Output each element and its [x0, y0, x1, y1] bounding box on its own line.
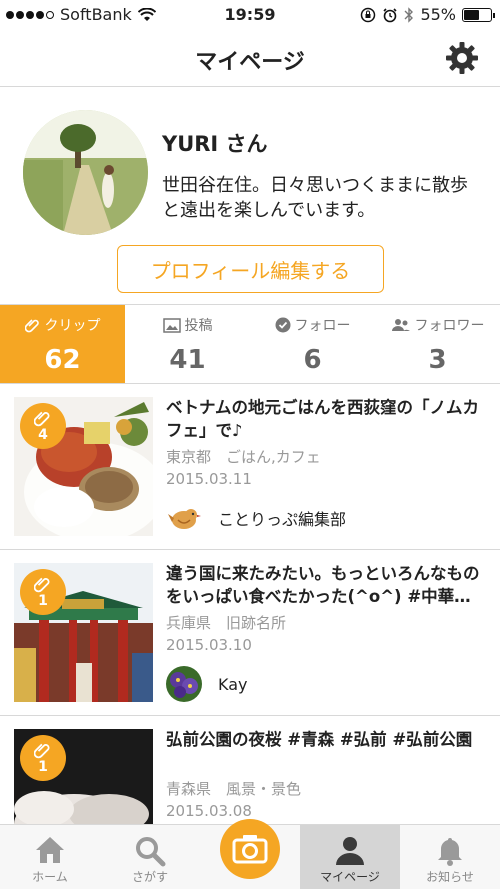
paperclip-icon: [34, 743, 50, 759]
tab-following[interactable]: フォロー 6: [250, 305, 375, 383]
clip-count-badge: 1: [20, 735, 66, 781]
clip-count: 4: [38, 427, 48, 443]
tab-followers-label: フォロワー: [414, 318, 485, 334]
tab-clips[interactable]: クリップ 62: [0, 305, 125, 383]
battery-icon: [462, 7, 495, 22]
tab-home[interactable]: ホーム: [0, 825, 100, 889]
post-date: 2015.03.10: [166, 636, 252, 654]
tab-clips-label-row: クリップ: [0, 315, 125, 335]
clip-count-badge: 1: [20, 569, 66, 615]
post-thumbnail[interactable]: 1: [14, 729, 153, 824]
tab-home-label: ホーム: [32, 870, 68, 884]
check-circle-icon: [275, 317, 290, 333]
battery-percent: 55%: [420, 5, 456, 24]
tab-followers-count: 3: [428, 345, 447, 375]
gear-icon[interactable]: [444, 40, 480, 76]
profile-avatar[interactable]: [23, 110, 148, 235]
image-icon: [162, 317, 181, 333]
post-meta: 青森県 風景・景色: [166, 780, 302, 798]
tab-notifications-label: お知らせ: [426, 870, 474, 884]
home-icon: [36, 837, 64, 863]
post-title[interactable]: ベトナムの地元ごはんを西荻窪の「ノムカフェ」で♪: [166, 396, 486, 442]
post-date: 2015.03.08: [166, 802, 252, 820]
rotation-lock-icon: [361, 7, 376, 22]
clip-count: 1: [38, 759, 48, 775]
post-list: 4 ベトナムの地元ごはんを西荻窪の「ノムカフェ」で♪ 東京都 ごはん,カフェ 2…: [0, 384, 500, 824]
post-author[interactable]: Kay: [166, 666, 247, 702]
person-icon: [336, 837, 364, 865]
paperclip-icon: [24, 319, 39, 333]
paperclip-icon: [34, 411, 50, 427]
clip-count: 1: [38, 593, 48, 609]
list-item[interactable]: 1 違う国に来たみたい。もっといろんなものをいっぱい食べたかった(^o^) #中…: [0, 550, 500, 716]
tab-posts-label-row: 投稿: [125, 315, 250, 335]
people-icon: [391, 319, 410, 331]
camera-icon: [232, 835, 268, 864]
bird-avatar-icon: [166, 500, 202, 536]
tab-posts-count: 41: [169, 345, 206, 375]
tab-mypage[interactable]: マイページ: [300, 825, 400, 889]
tab-notifications[interactable]: お知らせ: [400, 825, 500, 889]
edit-profile-button[interactable]: プロフィール編集する: [117, 245, 384, 293]
post-meta: 東京都 ごはん,カフェ: [166, 448, 321, 466]
tab-camera[interactable]: [200, 819, 300, 889]
paperclip-icon: [34, 577, 50, 593]
flower-avatar-icon: [166, 666, 202, 702]
post-thumbnail[interactable]: 1: [14, 563, 153, 702]
tab-followers-label-row: フォロワー: [375, 315, 500, 335]
tab-clips-label: クリップ: [44, 318, 101, 334]
bell-icon: [438, 838, 462, 866]
nav-bar: マイページ: [0, 30, 500, 87]
tab-following-label-row: フォロー: [250, 315, 375, 335]
camera-button[interactable]: [220, 819, 280, 879]
tab-following-count: 6: [303, 345, 322, 375]
post-title[interactable]: 弘前公園の夜桜 #青森 #弘前 #弘前公園: [166, 728, 486, 751]
list-item[interactable]: 1 弘前公園の夜桜 #青森 #弘前 #弘前公園 青森県 風景・景色 2015.0…: [0, 716, 500, 824]
post-date: 2015.03.11: [166, 470, 252, 488]
tab-followers[interactable]: フォロワー 3: [375, 305, 500, 383]
tab-search[interactable]: さがす: [100, 825, 200, 889]
bluetooth-icon: [404, 6, 414, 23]
author-name: ことりっぷ編集部: [218, 510, 347, 529]
post-meta: 兵庫県 旧跡名所: [166, 614, 287, 632]
tab-posts[interactable]: 投稿 41: [125, 305, 250, 383]
tab-clips-count: 62: [44, 345, 81, 375]
battery-fill: [464, 9, 480, 20]
tab-mypage-label: マイページ: [320, 870, 380, 884]
screen: SoftBank 19:59 55% マイページ YURI さん 世田谷在住。日…: [0, 0, 500, 889]
stats-tabs: クリップ 62 投稿 41 フォロー 6 フォロワー 3: [0, 304, 500, 384]
status-bar: SoftBank 19:59 55%: [0, 0, 500, 30]
tab-bar: ホーム さがす マイページ お知らせ: [0, 819, 500, 889]
post-author[interactable]: ことりっぷ編集部: [166, 500, 346, 536]
alarm-icon: [383, 7, 398, 22]
page-title: マイページ: [195, 50, 305, 75]
status-right: 55%: [360, 5, 495, 24]
post-thumbnail[interactable]: 4: [14, 397, 153, 536]
tab-posts-label: 投稿: [184, 318, 213, 334]
post-title[interactable]: 違う国に来たみたい。もっといろんなものをいっぱい食べたかった(^o^) #中華…: [166, 562, 486, 608]
search-icon: [136, 837, 166, 867]
tab-search-label: さがす: [131, 870, 168, 884]
author-name: Kay: [218, 674, 248, 694]
list-item[interactable]: 4 ベトナムの地元ごはんを西荻窪の「ノムカフェ」で♪ 東京都 ごはん,カフェ 2…: [0, 384, 500, 550]
tab-following-label: フォロー: [294, 318, 351, 334]
profile-bio: 世田谷在住。日々思いつくままに散歩と遠出を楽しんでいます。: [162, 175, 468, 221]
clip-count-badge: 4: [20, 403, 66, 449]
profile-section: YURI さん 世田谷在住。日々思いつくままに散歩と遠出を楽しんでいます。 プロ…: [0, 88, 500, 304]
profile-name: YURI さん: [162, 132, 268, 156]
